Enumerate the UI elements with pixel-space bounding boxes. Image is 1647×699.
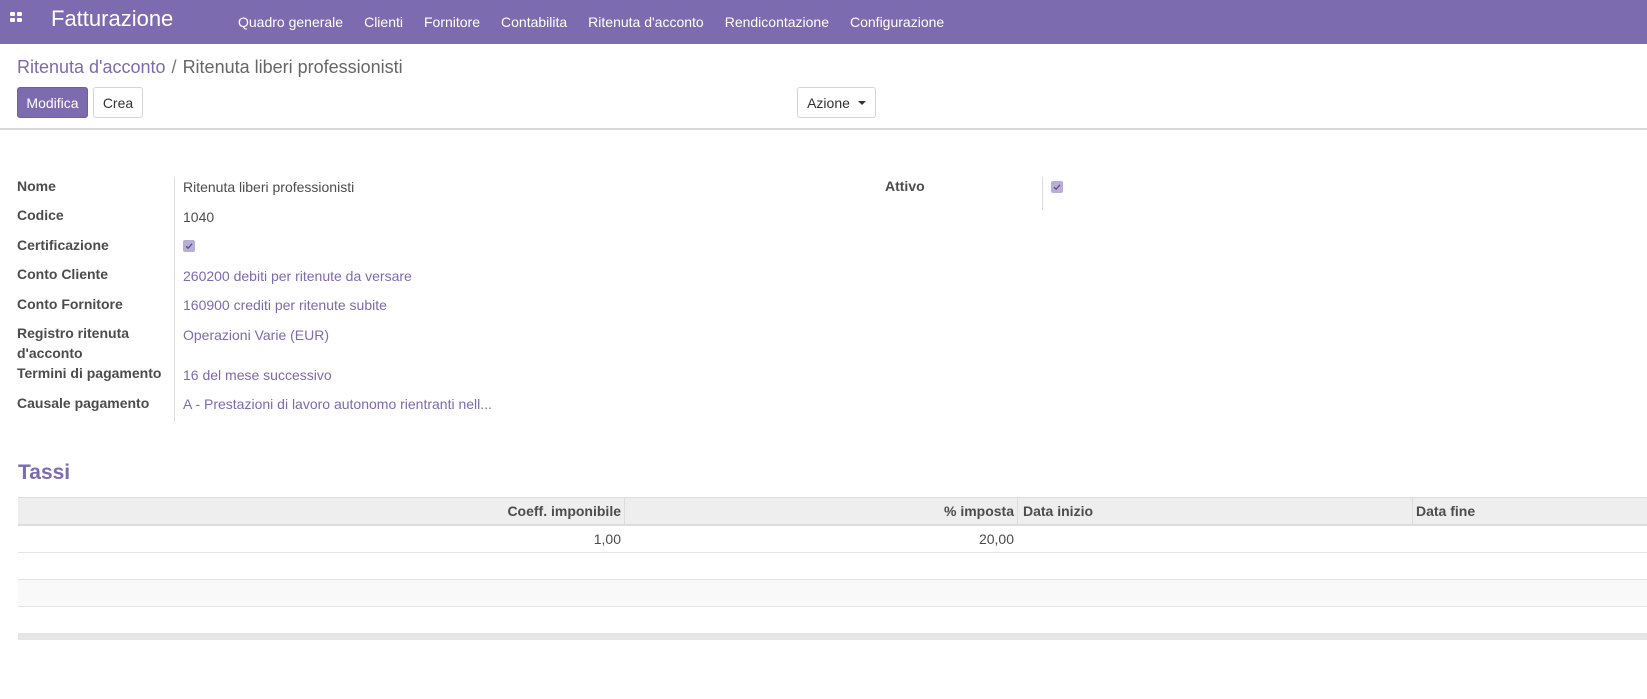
- breadcrumb-parent-link[interactable]: Ritenuta d'acconto: [17, 57, 166, 77]
- menu-item-configurazione[interactable]: Configurazione: [850, 14, 944, 30]
- field-value-conto-cliente[interactable]: 260200 debiti per ritenute da versare: [183, 266, 412, 286]
- menu-item-contabilita[interactable]: Contabilita: [501, 14, 567, 30]
- table-footer: [18, 634, 1647, 640]
- menu-item-clienti[interactable]: Clienti: [364, 14, 403, 30]
- column-header-data-inizio[interactable]: Data inizio: [1023, 498, 1093, 525]
- control-panel-divider: [0, 128, 1647, 130]
- column-header-imposta[interactable]: % imposta: [944, 498, 1014, 525]
- field-label-codice: Codice: [17, 207, 64, 223]
- table-row[interactable]: 1,00 20,00: [18, 526, 1647, 553]
- table-row-empty: [18, 607, 1647, 634]
- field-label-conto-cliente: Conto Cliente: [17, 266, 108, 282]
- field-value-conto-fornitore[interactable]: 160900 crediti per ritenute subite: [183, 295, 387, 315]
- field-value-registro[interactable]: Operazioni Varie (EUR): [183, 325, 329, 345]
- field-value-termini[interactable]: 16 del mese successivo: [183, 365, 332, 385]
- column-header-coeff[interactable]: Coeff. imponibile: [507, 498, 621, 525]
- app-title: Fatturazione: [51, 6, 174, 31]
- field-label-nome: Nome: [17, 178, 56, 194]
- table-row-empty: [18, 553, 1647, 580]
- field-label-termini: Termini di pagamento: [17, 365, 162, 381]
- field-value-nome[interactable]: Ritenuta liberi professionisti: [183, 177, 354, 197]
- label-column-divider-right: [1042, 177, 1043, 210]
- section-title-tassi: Tassi: [18, 461, 71, 484]
- field-value-codice[interactable]: 1040: [183, 207, 214, 227]
- edit-button[interactable]: Modifica: [17, 87, 88, 118]
- column-divider: [1412, 498, 1413, 525]
- tassi-table: Coeff. imponibile % imposta Data inizio …: [18, 497, 1647, 640]
- check-icon: [1053, 184, 1061, 191]
- apps-grid-icon[interactable]: [10, 12, 24, 24]
- menu-item-quadro-generale[interactable]: Quadro generale: [238, 14, 343, 30]
- field-value-causale[interactable]: A - Prestazioni di lavoro autonomo rient…: [183, 394, 492, 414]
- column-divider: [1017, 498, 1018, 525]
- certificazione-checkbox[interactable]: [183, 240, 195, 252]
- field-label-registro: Registro ritenuta d'acconto: [17, 325, 130, 361]
- field-label-causale: Causale pagamento: [17, 395, 150, 411]
- column-header-data-fine[interactable]: Data fine: [1416, 498, 1475, 525]
- cell-imposta: 20,00: [978, 531, 1014, 547]
- main-menu: Quadro generale Clienti Fornitore Contab…: [238, 0, 965, 44]
- table-header: Coeff. imponibile % imposta Data inizio …: [18, 497, 1647, 526]
- field-label-conto-fornitore: Conto Fornitore: [17, 296, 123, 312]
- breadcrumb: Ritenuta d'acconto / Ritenuta liberi profe…: [17, 57, 403, 78]
- menu-item-fornitore[interactable]: Fornitore: [424, 14, 480, 30]
- create-button[interactable]: Crea: [93, 87, 143, 118]
- breadcrumb-separator: /: [171, 57, 177, 77]
- field-label-certificazione: Certificazione: [17, 237, 109, 253]
- menu-item-ritenuta-acconto[interactable]: Ritenuta d'acconto: [588, 14, 704, 30]
- label-column-divider: [174, 177, 175, 422]
- menu-item-rendicontazione[interactable]: Rendicontazione: [725, 14, 829, 30]
- column-divider: [624, 498, 625, 525]
- action-dropdown-label: Azione: [807, 94, 850, 111]
- cell-coeff: 1,00: [593, 531, 621, 547]
- check-icon: [185, 243, 193, 250]
- caret-down-icon: [857, 100, 866, 105]
- breadcrumb-current: Ritenuta liberi professionisti: [182, 57, 403, 77]
- attivo-checkbox[interactable]: [1051, 181, 1063, 193]
- action-dropdown-button[interactable]: Azione: [797, 87, 876, 118]
- table-row-empty: [18, 580, 1647, 607]
- top-navbar: Fatturazione Quadro generale Clienti For…: [0, 0, 1647, 44]
- field-label-attivo: Attivo: [885, 178, 925, 194]
